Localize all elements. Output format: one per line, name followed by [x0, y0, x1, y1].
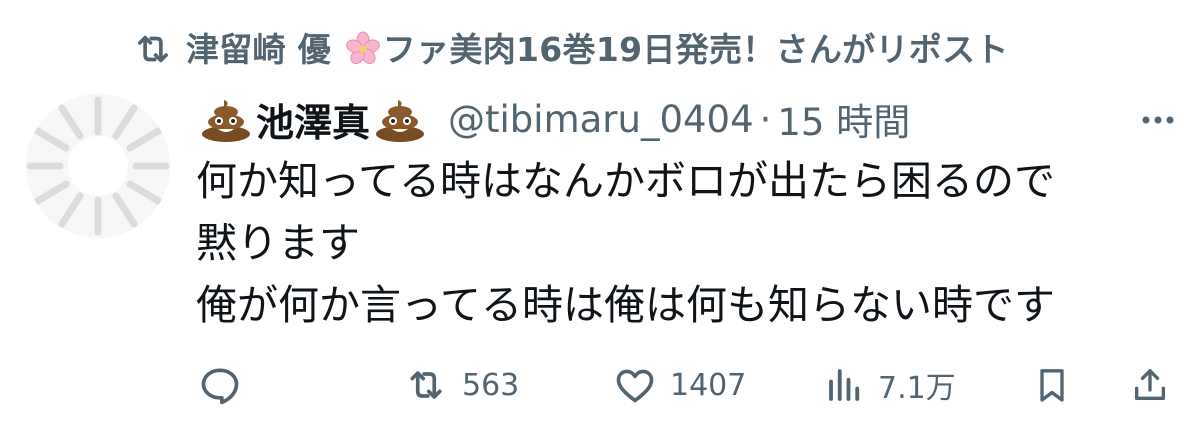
timestamp[interactable]: 15 時間: [777, 92, 910, 146]
bookmark-icon: [1032, 362, 1072, 408]
bookmark-button[interactable]: [1032, 356, 1072, 414]
display-name[interactable]: 池澤真: [256, 92, 370, 147]
repost-icon: [402, 363, 450, 407]
repost-count: 563: [462, 367, 520, 403]
avatar[interactable]: [26, 94, 170, 238]
reposter-name-rest: ファ美肉16巻19日発売！: [382, 30, 776, 69]
like-count: 1407: [670, 367, 747, 403]
repost-icon: [132, 28, 174, 70]
repost-suffix: さんがリポスト: [775, 30, 1009, 69]
reply-button[interactable]: [198, 356, 242, 414]
repost-button[interactable]: 563: [402, 356, 519, 414]
separator-dot: ·: [759, 97, 772, 141]
cherry-blossom-emoji: [345, 31, 381, 75]
action-bar: 563 1407 7.1万: [198, 356, 1173, 414]
tweet-text: 何か知ってる時はなんかボロが出たら困るので 黙ります 俺が何か言ってる時は俺は何…: [196, 150, 1176, 336]
tweet-header: 池澤真 @tibimaru_0404 · 15 時間: [200, 92, 910, 146]
reposter-name: 津留崎 優: [186, 30, 331, 69]
poop-emoji: [200, 96, 252, 142]
like-button[interactable]: 1407: [612, 356, 746, 414]
repost-indicator[interactable]: 津留崎 優 ファ美肉16巻19日発売！さんがリポスト: [132, 24, 1009, 74]
repost-label: 津留崎 優 ファ美肉16巻19日発売！さんがリポスト: [186, 23, 1009, 75]
tweet-line: 黙ります: [196, 219, 360, 267]
poop-emoji: [374, 96, 426, 142]
share-button[interactable]: [1130, 356, 1170, 414]
views-icon: [824, 363, 866, 407]
tweet-line: 何か知ってる時はなんかボロが出たら困るので: [196, 157, 1055, 205]
reply-icon: [198, 363, 242, 407]
share-icon: [1130, 362, 1170, 408]
tweet-line: 俺が何か言ってる時は俺は何も知らない時です: [196, 281, 1055, 329]
user-handle[interactable]: @tibimaru_0404: [448, 98, 754, 141]
views-count: 7.1万: [878, 371, 956, 406]
heart-icon: [612, 363, 658, 407]
more-options-icon[interactable]: [1136, 100, 1180, 140]
views-button[interactable]: 7.1万: [824, 356, 956, 414]
